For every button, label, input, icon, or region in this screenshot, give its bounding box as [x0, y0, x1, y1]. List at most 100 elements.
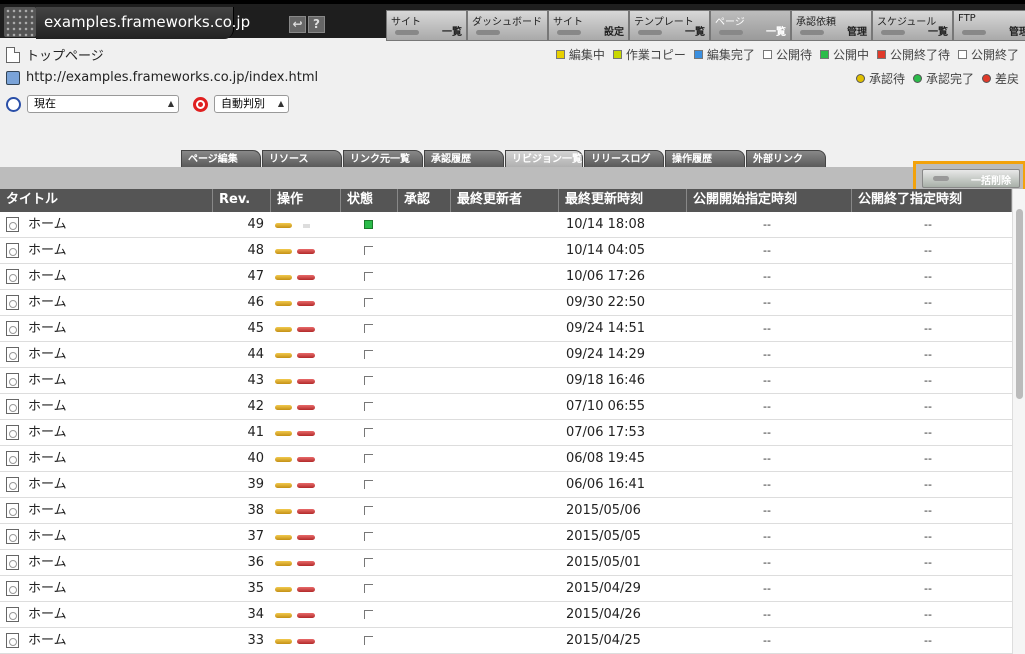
row-title[interactable]: ホーム — [28, 420, 67, 446]
time-select[interactable]: 現在 ▲ — [27, 95, 179, 113]
table-row[interactable]: ホーム 39 06/06 16:41 -- -- — [0, 472, 1012, 498]
view-button[interactable] — [275, 275, 292, 280]
delete-button[interactable] — [297, 457, 315, 462]
table-row[interactable]: ホーム 42 07/10 06:55 -- -- — [0, 394, 1012, 420]
view-button[interactable] — [275, 327, 292, 332]
column-header[interactable]: 操作 — [271, 189, 341, 212]
table-row[interactable]: ホーム 33 2015/04/25 -- -- — [0, 628, 1012, 654]
menu-item[interactable]: サイト 設定 — [548, 10, 629, 41]
page-revision-icon[interactable] — [6, 555, 19, 570]
delete-button[interactable] — [297, 483, 315, 488]
site-title[interactable]: examples.frameworks.co.jp — [36, 7, 250, 39]
row-title[interactable]: ホーム — [28, 524, 67, 550]
table-row[interactable]: ホーム 43 09/18 16:46 -- -- — [0, 368, 1012, 394]
delete-button[interactable] — [297, 275, 315, 280]
row-title[interactable]: ホーム — [28, 576, 67, 602]
column-header[interactable]: 状態 — [341, 189, 398, 212]
view-button[interactable] — [275, 223, 292, 228]
row-title[interactable]: ホーム — [28, 238, 67, 264]
page-revision-icon[interactable] — [6, 321, 19, 336]
page-revision-icon[interactable] — [6, 269, 19, 284]
tab[interactable]: 承認履歴 — [424, 150, 504, 167]
tab[interactable]: ページ編集 — [181, 150, 261, 167]
row-title[interactable]: ホーム — [28, 394, 67, 420]
delete-button[interactable] — [297, 353, 315, 358]
table-row[interactable]: ホーム 38 2015/05/06 -- -- — [0, 498, 1012, 524]
view-button[interactable] — [275, 431, 292, 436]
column-header[interactable]: 最終更新者 — [451, 189, 559, 212]
bulk-delete-button[interactable]: 一括削除 — [922, 169, 1020, 188]
page-revision-icon[interactable] — [6, 399, 19, 414]
column-header[interactable]: タイトル — [0, 189, 213, 212]
menu-item[interactable]: ダッシュボード — [467, 10, 548, 41]
row-title[interactable]: ホーム — [28, 498, 67, 524]
table-row[interactable]: ホーム 34 2015/04/26 -- -- — [0, 602, 1012, 628]
column-header[interactable]: 公開終了指定時刻 — [852, 189, 1012, 212]
row-title[interactable]: ホーム — [28, 212, 67, 238]
page-revision-icon[interactable] — [6, 607, 19, 622]
column-header[interactable]: Rev. — [213, 189, 271, 212]
row-title[interactable]: ホーム — [28, 446, 67, 472]
row-title[interactable]: ホーム — [28, 264, 67, 290]
tab[interactable]: リソース — [262, 150, 342, 167]
table-row[interactable]: ホーム 41 07/06 17:53 -- -- — [0, 420, 1012, 446]
page-revision-icon[interactable] — [6, 477, 19, 492]
menu-item[interactable]: ページ 一覧 — [710, 10, 791, 41]
judge-select[interactable]: 自動判別 ▲ — [214, 95, 289, 113]
tab[interactable]: 外部リンク — [746, 150, 826, 167]
row-title[interactable]: ホーム — [28, 472, 67, 498]
page-url[interactable]: http://examples.frameworks.co.jp/index.h… — [26, 70, 318, 85]
page-revision-icon[interactable] — [6, 425, 19, 440]
row-title[interactable]: ホーム — [28, 602, 67, 628]
view-button[interactable] — [275, 561, 292, 566]
view-button[interactable] — [275, 509, 292, 514]
page-revision-icon[interactable] — [6, 347, 19, 362]
app-grid-icon[interactable] — [4, 7, 36, 37]
delete-button[interactable] — [297, 379, 315, 384]
column-header[interactable]: 最終更新時刻 — [559, 189, 687, 212]
menu-item[interactable]: FTP 管理 — [953, 10, 1025, 41]
table-row[interactable]: ホーム 44 09/24 14:29 -- -- — [0, 342, 1012, 368]
page-revision-icon[interactable] — [6, 503, 19, 518]
row-title[interactable]: ホーム — [28, 368, 67, 394]
view-button[interactable] — [275, 249, 292, 254]
menu-item[interactable]: 承認依頼 管理 — [791, 10, 872, 41]
scrollbar[interactable] — [1012, 189, 1025, 654]
table-row[interactable]: ホーム 47 10/06 17:26 -- -- — [0, 264, 1012, 290]
delete-button[interactable] — [297, 535, 315, 540]
delete-button[interactable] — [297, 613, 315, 618]
tab[interactable]: リリースログ — [584, 150, 664, 167]
view-button[interactable] — [275, 405, 292, 410]
view-button[interactable] — [275, 535, 292, 540]
page-revision-icon[interactable] — [6, 451, 19, 466]
delete-button[interactable] — [297, 639, 315, 644]
page-revision-icon[interactable] — [6, 373, 19, 388]
page-revision-icon[interactable] — [6, 217, 19, 232]
page-revision-icon[interactable] — [6, 243, 19, 258]
column-header[interactable]: 承認 — [398, 189, 451, 212]
menu-item[interactable]: サイト 一覧 — [386, 10, 467, 41]
row-title[interactable]: ホーム — [28, 342, 67, 368]
back-icon[interactable]: ↩ — [289, 16, 306, 33]
row-title[interactable]: ホーム — [28, 628, 67, 654]
view-button[interactable] — [275, 613, 292, 618]
row-title[interactable]: ホーム — [28, 316, 67, 342]
tab[interactable]: リビジョン一覧 — [505, 150, 583, 167]
table-row[interactable]: ホーム 36 2015/05/01 -- -- — [0, 550, 1012, 576]
menu-item[interactable]: テンプレート 一覧 — [629, 10, 710, 41]
table-row[interactable]: ホーム 37 2015/05/05 -- -- — [0, 524, 1012, 550]
table-row[interactable]: ホーム 46 09/30 22:50 -- -- — [0, 290, 1012, 316]
row-title[interactable]: ホーム — [28, 290, 67, 316]
page-revision-icon[interactable] — [6, 633, 19, 648]
row-title[interactable]: ホーム — [28, 550, 67, 576]
delete-button[interactable] — [297, 249, 315, 254]
view-button[interactable] — [275, 639, 292, 644]
delete-button[interactable] — [297, 327, 315, 332]
view-button[interactable] — [275, 301, 292, 306]
delete-button[interactable] — [297, 301, 315, 306]
delete-button[interactable] — [297, 405, 315, 410]
help-icon[interactable]: ? — [308, 16, 325, 33]
delete-button[interactable] — [297, 509, 315, 514]
view-button[interactable] — [275, 457, 292, 462]
column-header[interactable]: 公開開始指定時刻 — [687, 189, 852, 212]
